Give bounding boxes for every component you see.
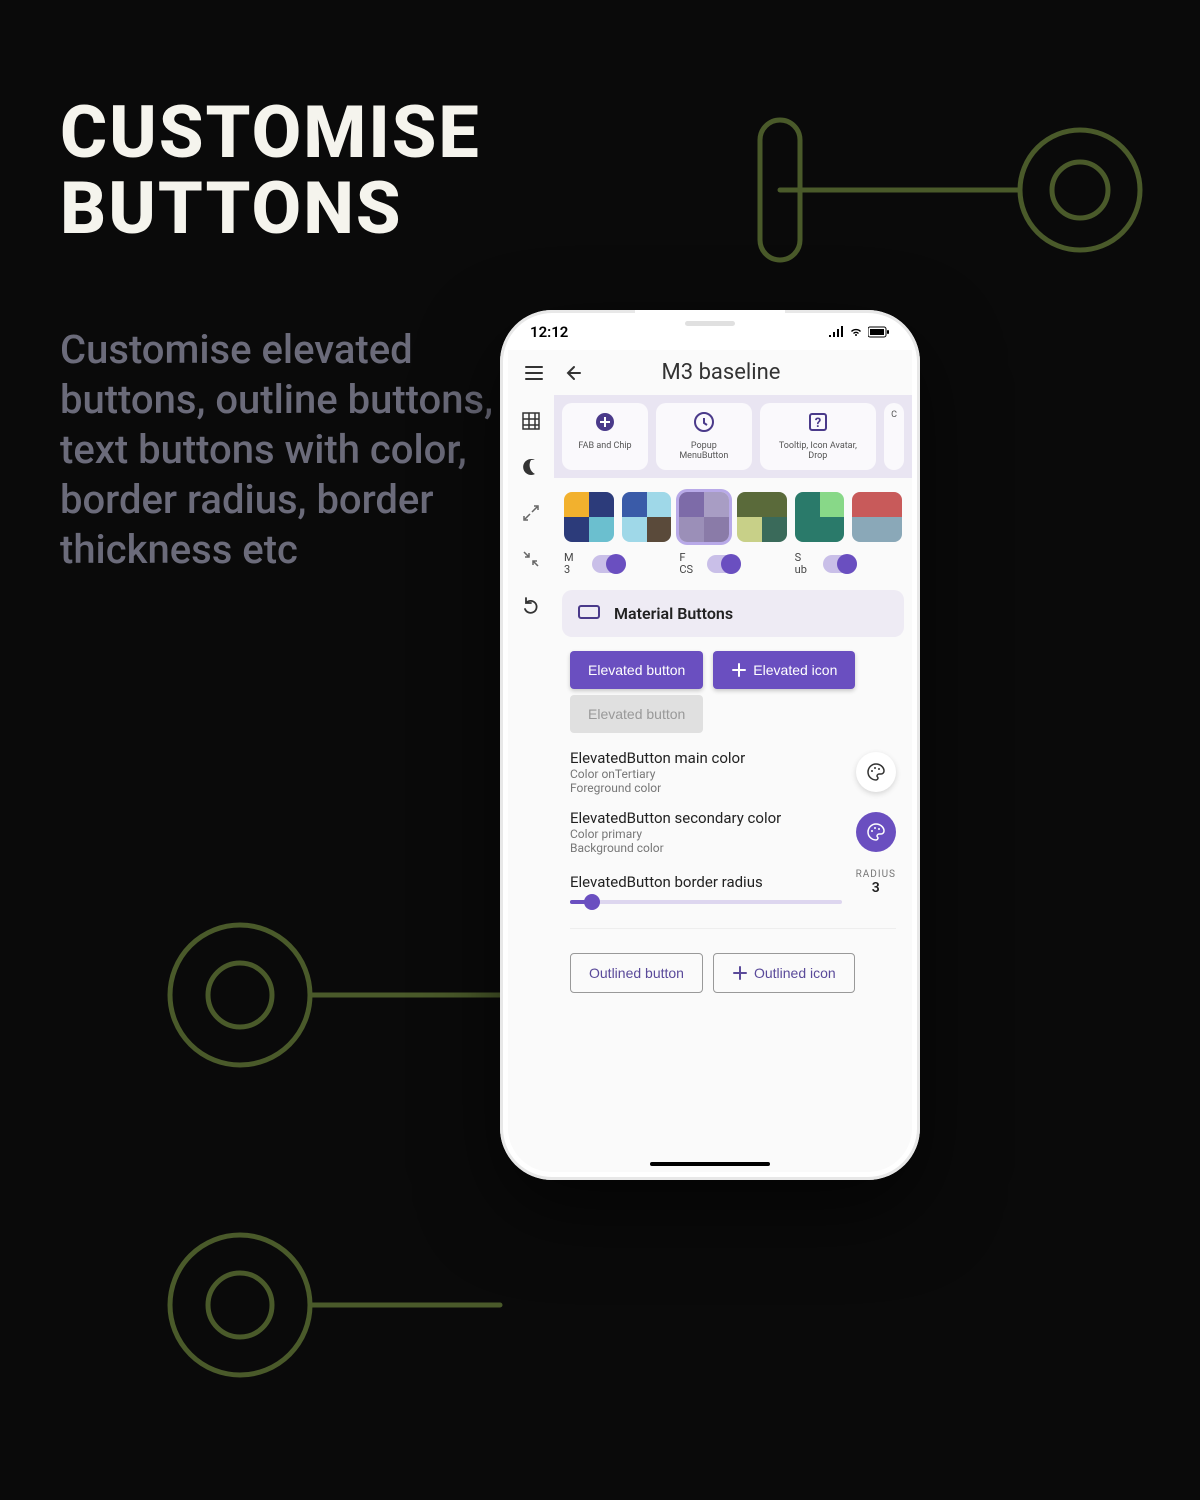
rail-collapse[interactable]	[521, 549, 541, 569]
status-time: 12:12	[530, 323, 568, 341]
tab-popup-menu[interactable]: Popup MenuButton	[656, 403, 752, 470]
app-screen: M3 baseline FAB and Chip	[508, 350, 912, 1172]
prop-sub2: Background color	[570, 841, 846, 855]
home-indicator[interactable]	[650, 1162, 770, 1166]
undo-icon	[521, 595, 541, 615]
tab-strip[interactable]: FAB and Chip Popup MenuButton ? Tooltip,…	[554, 395, 912, 478]
palette-icon	[866, 762, 886, 782]
toggle-fcs: FCS	[679, 552, 786, 576]
elevated-icon-label: Elevated icon	[753, 662, 837, 678]
tab-label: FAB and Chip	[578, 442, 631, 452]
plus-icon	[732, 965, 748, 981]
expand-icon	[521, 503, 541, 523]
phone-notch	[635, 310, 785, 336]
collapse-icon	[521, 549, 541, 569]
outlined-button[interactable]: Outlined button	[570, 953, 703, 993]
rail-expand[interactable]	[521, 503, 541, 523]
button-shape-icon	[578, 605, 600, 621]
radius-value: 3	[856, 880, 896, 896]
palette-icon	[866, 822, 886, 842]
headline: CUSTOMISE BUTTONS	[60, 95, 481, 246]
toggle-label: Sub	[795, 552, 817, 576]
tab-fab-chip[interactable]: FAB and Chip	[562, 403, 648, 470]
tab-label: Popup MenuButton	[668, 442, 740, 462]
switch-m3[interactable]	[592, 555, 626, 573]
rail-grid[interactable]	[521, 411, 541, 431]
outlined-icon-label: Outlined icon	[754, 965, 836, 981]
battery-icon	[868, 326, 890, 338]
palette-swatch-5[interactable]	[852, 492, 902, 542]
elevated-disabled-row: Elevated button	[554, 695, 912, 739]
phone-frame: 12:12 M3 baseline	[500, 310, 920, 1180]
svg-text:?: ?	[815, 416, 821, 431]
back-arrow-icon	[562, 363, 582, 383]
prop-secondary-color: ElevatedButton secondary color Color pri…	[554, 799, 912, 859]
moon-icon	[521, 457, 541, 477]
menu-button[interactable]	[522, 361, 546, 385]
app-title: M3 baseline	[598, 360, 844, 385]
switch-sub[interactable]	[823, 555, 857, 573]
plus-circle-icon	[594, 411, 616, 438]
elevated-button-row: Elevated button Elevated icon	[554, 637, 912, 695]
status-icons	[828, 326, 890, 338]
side-rail	[508, 395, 554, 1169]
prop-sub1: Color primary	[570, 827, 846, 841]
tab-tooltip[interactable]: ? Tooltip, Icon Avatar, Drop	[760, 403, 876, 470]
rail-reset[interactable]	[521, 595, 541, 615]
clock-icon	[693, 411, 715, 438]
bg-deco-mid	[120, 880, 520, 1110]
switch-fcs[interactable]	[707, 555, 741, 573]
radius-slider-row	[554, 896, 912, 918]
signal-icon	[828, 326, 844, 338]
toggle-label: M3	[564, 552, 586, 576]
prop-main-color: ElevatedButton main color Color onTertia…	[554, 739, 912, 799]
radius-label: RADIUS	[856, 869, 896, 880]
toggle-label: FCS	[679, 552, 701, 576]
palette-swatch-3[interactable]	[737, 492, 787, 542]
prop-sub2: Foreground color	[570, 781, 846, 795]
grid-icon	[521, 411, 541, 431]
prop-title: ElevatedButton border radius	[570, 873, 846, 891]
toggle-row: M3 FCS Sub	[554, 548, 912, 590]
content-area[interactable]: FAB and Chip Popup MenuButton ? Tooltip,…	[554, 395, 912, 1169]
tab-more[interactable]: C	[884, 403, 904, 470]
toggle-m3: M3	[564, 552, 671, 576]
app-bar: M3 baseline	[508, 350, 912, 395]
hamburger-icon	[524, 363, 544, 383]
palette-swatch-2[interactable]	[679, 492, 729, 542]
wifi-icon	[848, 326, 864, 338]
bg-deco-top	[700, 60, 1200, 320]
outlined-button-row: Outlined button Outlined icon	[554, 939, 912, 999]
subhead: Customise elevated buttons, outline butt…	[60, 325, 520, 575]
palette-swatch-0[interactable]	[564, 492, 614, 542]
section-title: Material Buttons	[614, 604, 733, 623]
prop-border-radius: ElevatedButton border radius RADIUS 3	[554, 859, 912, 896]
radius-slider[interactable]	[570, 900, 842, 904]
elevated-icon-button[interactable]: Elevated icon	[713, 651, 855, 689]
bg-deco-bottom	[120, 1190, 520, 1420]
prop-sub1: Color onTertiary	[570, 767, 846, 781]
elevated-button[interactable]: Elevated button	[570, 651, 703, 689]
tab-label: C	[891, 411, 897, 421]
color-picker-secondary[interactable]	[856, 812, 896, 852]
plus-icon	[731, 662, 747, 678]
tab-label: Tooltip, Icon Avatar, Drop	[772, 442, 864, 462]
palette-row	[554, 478, 912, 548]
elevated-button-disabled: Elevated button	[570, 695, 703, 733]
prop-title: ElevatedButton main color	[570, 749, 846, 767]
rail-dark-mode[interactable]	[521, 457, 541, 477]
help-icon: ?	[807, 411, 829, 438]
palette-swatch-1[interactable]	[622, 492, 672, 542]
palette-swatch-4[interactable]	[795, 492, 845, 542]
color-picker-main[interactable]	[856, 752, 896, 792]
section-header[interactable]: Material Buttons	[562, 590, 904, 637]
prop-title: ElevatedButton secondary color	[570, 809, 846, 827]
back-button[interactable]	[560, 361, 584, 385]
headline-line2: BUTTONS	[60, 171, 481, 247]
outlined-icon-button[interactable]: Outlined icon	[713, 953, 855, 993]
headline-line1: CUSTOMISE	[60, 95, 481, 171]
toggle-sub: Sub	[795, 552, 902, 576]
